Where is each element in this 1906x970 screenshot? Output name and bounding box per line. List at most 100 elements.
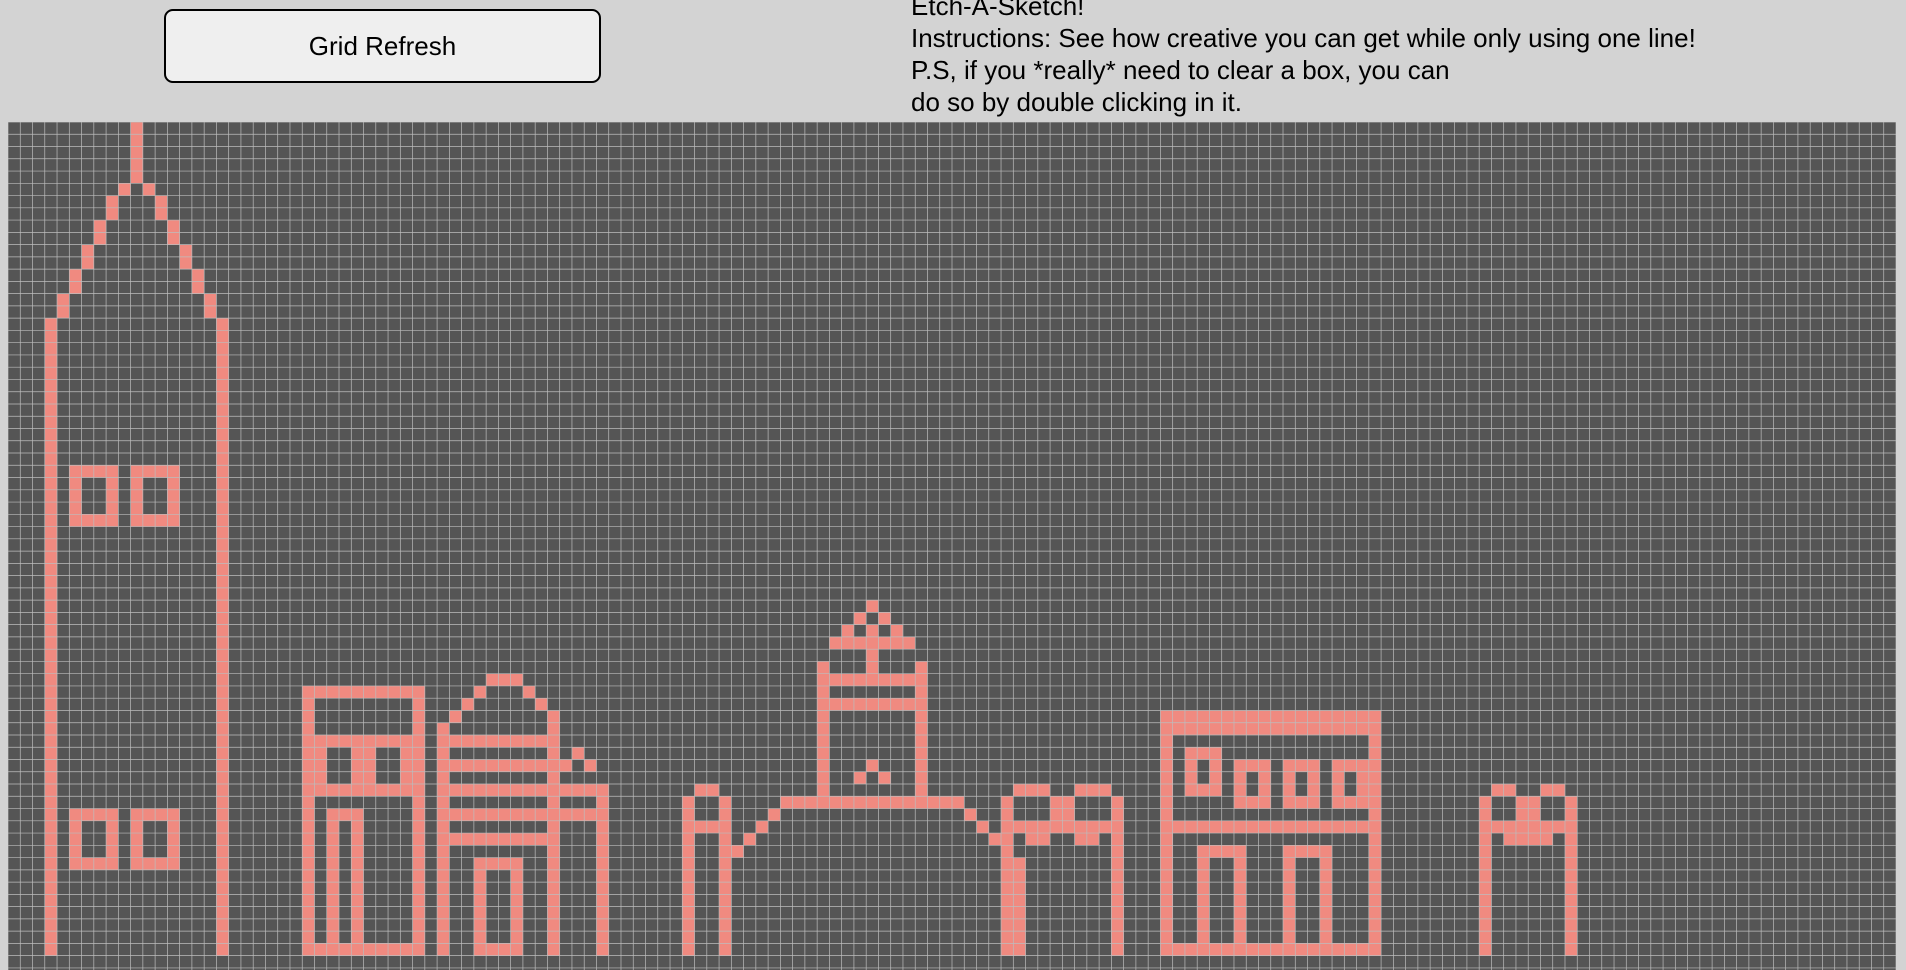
- drawn-cell[interactable]: [44, 869, 58, 883]
- drawn-cell[interactable]: [461, 784, 474, 797]
- drawn-cell[interactable]: [682, 869, 695, 883]
- drawn-cell[interactable]: [890, 796, 903, 809]
- drawn-cell[interactable]: [44, 943, 58, 956]
- drawn-cell[interactable]: [437, 722, 450, 735]
- drawn-cell[interactable]: [302, 820, 315, 834]
- drawn-cell[interactable]: [461, 734, 474, 748]
- drawn-cell[interactable]: [1001, 857, 1014, 870]
- drawn-cell[interactable]: [853, 698, 867, 711]
- drawn-cell[interactable]: [902, 698, 916, 711]
- drawn-cell[interactable]: [694, 784, 707, 797]
- drawn-cell[interactable]: [375, 685, 389, 699]
- drawn-cell[interactable]: [363, 784, 376, 797]
- drawn-cell[interactable]: [817, 784, 830, 797]
- drawn-cell[interactable]: [93, 857, 107, 870]
- drawn-cell[interactable]: [1368, 722, 1382, 735]
- drawn-cell[interactable]: [1074, 833, 1087, 846]
- drawn-cell[interactable]: [44, 833, 58, 846]
- drawn-cell[interactable]: [81, 244, 94, 257]
- drawn-cell[interactable]: [179, 244, 192, 257]
- drawn-cell[interactable]: [522, 833, 536, 846]
- drawn-cell[interactable]: [571, 747, 585, 760]
- drawn-cell[interactable]: [216, 342, 229, 355]
- drawn-cell[interactable]: [351, 771, 364, 785]
- drawn-cell[interactable]: [216, 698, 229, 711]
- drawn-cell[interactable]: [216, 747, 229, 760]
- drawn-cell[interactable]: [1319, 882, 1333, 895]
- grid-refresh-button[interactable]: Grid Refresh: [164, 9, 601, 83]
- drawn-cell[interactable]: [106, 820, 119, 834]
- drawn-cell[interactable]: [694, 820, 707, 834]
- drawn-cell[interactable]: [302, 882, 315, 895]
- drawn-cell[interactable]: [1160, 771, 1173, 785]
- drawn-cell[interactable]: [1515, 796, 1529, 809]
- drawn-cell[interactable]: [106, 845, 119, 858]
- drawn-cell[interactable]: [314, 747, 327, 760]
- drawn-cell[interactable]: [547, 894, 560, 907]
- drawn-cell[interactable]: [44, 685, 58, 699]
- drawn-cell[interactable]: [1515, 820, 1529, 834]
- drawn-cell[interactable]: [1160, 918, 1173, 932]
- drawn-cell[interactable]: [167, 833, 180, 846]
- drawn-cell[interactable]: [81, 514, 94, 527]
- drawn-cell[interactable]: [1319, 894, 1333, 907]
- drawn-cell[interactable]: [302, 747, 315, 760]
- drawn-cell[interactable]: [130, 857, 143, 870]
- drawn-cell[interactable]: [130, 514, 143, 527]
- drawn-cell[interactable]: [596, 820, 609, 834]
- drawn-cell[interactable]: [1111, 857, 1124, 870]
- drawn-cell[interactable]: [461, 759, 474, 772]
- drawn-cell[interactable]: [302, 857, 315, 870]
- drawn-cell[interactable]: [1564, 833, 1578, 846]
- drawn-cell[interactable]: [719, 882, 732, 895]
- drawn-cell[interactable]: [596, 894, 609, 907]
- drawn-cell[interactable]: [1160, 796, 1173, 809]
- drawn-cell[interactable]: [547, 857, 560, 870]
- drawn-cell[interactable]: [314, 784, 327, 797]
- drawn-cell[interactable]: [596, 808, 609, 821]
- drawn-cell[interactable]: [1062, 796, 1075, 809]
- drawn-cell[interactable]: [44, 489, 58, 503]
- drawn-cell[interactable]: [719, 931, 732, 944]
- drawn-cell[interactable]: [1307, 771, 1320, 785]
- drawn-cell[interactable]: [1160, 857, 1173, 870]
- drawn-cell[interactable]: [1001, 845, 1014, 858]
- drawn-cell[interactable]: [1258, 759, 1271, 772]
- drawn-cell[interactable]: [1013, 943, 1026, 956]
- drawn-cell[interactable]: [547, 943, 560, 956]
- drawn-cell[interactable]: [1074, 784, 1087, 797]
- drawn-cell[interactable]: [890, 673, 903, 686]
- drawn-cell[interactable]: [302, 943, 315, 956]
- drawn-cell[interactable]: [988, 833, 1002, 846]
- drawn-cell[interactable]: [44, 391, 58, 404]
- drawn-cell[interactable]: [1184, 820, 1198, 834]
- drawn-cell[interactable]: [400, 771, 413, 785]
- drawn-cell[interactable]: [69, 502, 82, 515]
- drawn-cell[interactable]: [351, 882, 364, 895]
- drawn-cell[interactable]: [400, 734, 413, 748]
- drawn-cell[interactable]: [1368, 759, 1382, 772]
- drawn-cell[interactable]: [1111, 833, 1124, 846]
- drawn-cell[interactable]: [1258, 943, 1271, 956]
- drawn-cell[interactable]: [1197, 906, 1210, 919]
- drawn-cell[interactable]: [1283, 894, 1296, 907]
- drawn-cell[interactable]: [719, 943, 732, 956]
- drawn-cell[interactable]: [314, 943, 327, 956]
- drawn-cell[interactable]: [216, 453, 229, 466]
- drawn-cell[interactable]: [1050, 808, 1063, 821]
- drawn-cell[interactable]: [498, 784, 511, 797]
- drawn-cell[interactable]: [1283, 882, 1296, 895]
- drawn-cell[interactable]: [1332, 710, 1345, 723]
- drawn-cell[interactable]: [1319, 943, 1333, 956]
- drawn-cell[interactable]: [93, 232, 107, 245]
- drawn-cell[interactable]: [216, 685, 229, 699]
- drawn-cell[interactable]: [437, 734, 450, 748]
- drawn-cell[interactable]: [449, 759, 462, 772]
- drawn-cell[interactable]: [437, 894, 450, 907]
- drawn-cell[interactable]: [1172, 722, 1185, 735]
- drawn-cell[interactable]: [1233, 857, 1247, 870]
- drawn-cell[interactable]: [216, 428, 229, 441]
- drawn-cell[interactable]: [915, 661, 928, 674]
- drawn-cell[interactable]: [1295, 710, 1308, 723]
- drawn-cell[interactable]: [1368, 918, 1382, 932]
